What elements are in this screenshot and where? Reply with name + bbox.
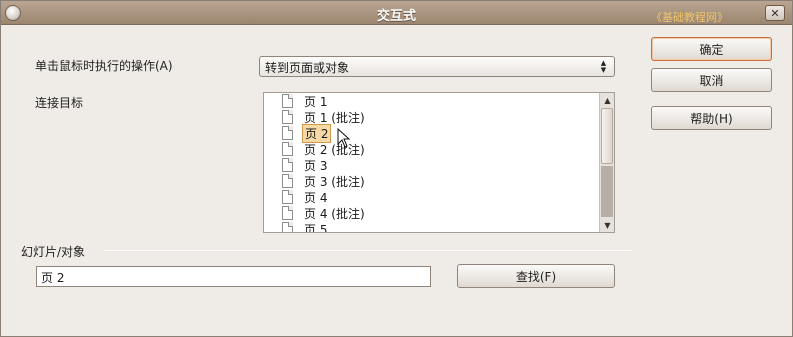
slide-object-input[interactable]: 页 2 xyxy=(36,266,431,287)
tree-item[interactable]: 页 4 (批注) xyxy=(282,205,367,221)
title-bar: 交互式 《基础教程网》 ✕ xyxy=(1,1,792,25)
tree-item-label: 页 3 xyxy=(304,158,328,173)
document-icon xyxy=(282,126,293,140)
ok-button-label: 确定 xyxy=(699,42,724,57)
action-label: 单击鼠标时执行的操作(A) xyxy=(35,59,173,73)
tree-item-selected[interactable]: 页 2 xyxy=(282,123,332,143)
tree-item[interactable]: 页 3 xyxy=(282,157,329,173)
mouse-pointer-icon xyxy=(337,128,351,148)
document-icon xyxy=(282,222,293,232)
document-icon xyxy=(282,110,293,124)
tree-item-label: 页 4 (批注) xyxy=(304,206,365,221)
tree-item-label: 页 5 xyxy=(304,222,328,233)
document-icon xyxy=(282,190,293,204)
tree-item[interactable]: 页 3 (批注) xyxy=(282,173,367,189)
scroll-down-arrow-icon[interactable]: ▼ xyxy=(600,218,615,232)
tree-item-label: 页 2 (批注) xyxy=(304,142,365,157)
updown-arrows-icon: ▲ ▼ xyxy=(600,58,607,74)
link-target-label: 连接目标 xyxy=(35,96,84,110)
scroll-track[interactable] xyxy=(601,166,613,217)
tree-item-label: 页 3 (批注) xyxy=(304,174,365,189)
tree-item-label: 页 4 xyxy=(304,190,328,205)
cancel-button[interactable]: 取消 xyxy=(651,68,772,92)
close-button[interactable]: ✕ xyxy=(765,5,785,21)
document-icon xyxy=(282,142,293,156)
action-dropdown[interactable]: 转到页面或对象 ▲ ▼ xyxy=(259,56,615,77)
cancel-button-label: 取消 xyxy=(699,73,724,88)
find-button[interactable]: 查找(F) xyxy=(457,264,615,288)
document-icon xyxy=(282,174,293,188)
help-button[interactable]: 帮助(H) xyxy=(651,106,772,130)
find-button-label: 查找(F) xyxy=(515,269,557,284)
close-icon: ✕ xyxy=(770,6,780,20)
interaction-dialog: 交互式 《基础教程网》 ✕ 单击鼠标时执行的操作(A) 转到页面或对象 ▲ ▼ 连… xyxy=(0,0,793,337)
help-button-label: 帮助(H) xyxy=(690,111,733,126)
scroll-thumb[interactable] xyxy=(601,108,613,164)
document-icon xyxy=(282,94,293,108)
tree-item[interactable]: 页 2 (批注) xyxy=(282,141,367,157)
watermark-text: 《基础教程网》 xyxy=(651,11,728,24)
tree-scrollbar[interactable]: ▲ ▼ xyxy=(599,93,614,232)
tree-item[interactable]: 页 5 xyxy=(282,221,329,233)
tree-item[interactable]: 页 4 xyxy=(282,189,329,205)
tree-item[interactable]: 页 1 xyxy=(282,93,329,109)
tree-item-label: 页 1 xyxy=(304,94,328,109)
scroll-up-arrow-icon[interactable]: ▲ xyxy=(600,93,615,107)
action-dropdown-value: 转到页面或对象 xyxy=(265,61,350,75)
section-divider xyxy=(104,250,632,251)
link-target-tree[interactable]: 页 1 页 1 (批注) 页 2 页 2 (批注) 页 3 页 3 (批注) 页… xyxy=(263,92,615,233)
ok-button[interactable]: 确定 xyxy=(651,37,772,61)
document-icon xyxy=(282,206,293,220)
document-icon xyxy=(282,158,293,172)
slide-object-label: 幻灯片/对象 xyxy=(21,245,86,259)
